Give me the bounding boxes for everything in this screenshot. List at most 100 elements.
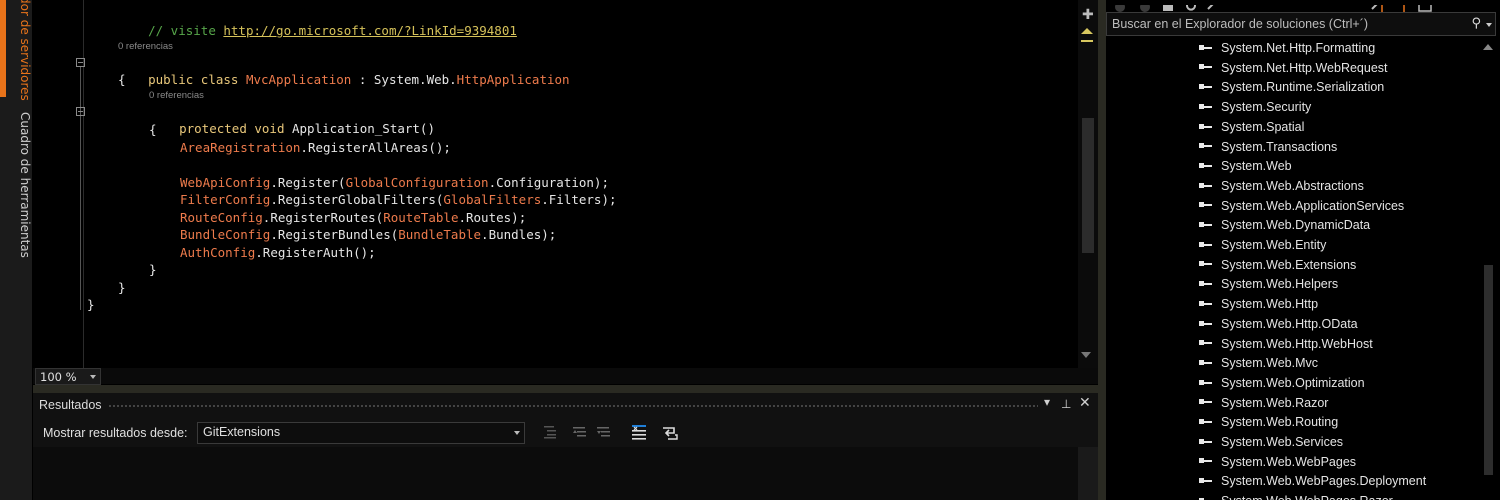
reference-label: System.Runtime.Serialization [1221, 80, 1385, 95]
code-line-statement: AreaRegistration.RegisterAllAreas(); [180, 139, 451, 156]
code-editor[interactable]: // visite http://go.microsoft.com/?LinkI… [33, 0, 1098, 368]
codelens-class-references[interactable]: 0 referencias [118, 41, 173, 52]
reference-item[interactable]: System.Web.Http.OData [1199, 317, 1358, 336]
assembly-reference-icon [1199, 300, 1213, 308]
reference-label: System.Net.Http.Formatting [1221, 41, 1376, 55]
reference-item[interactable]: System.Web.Optimization [1199, 376, 1365, 395]
zoom-select[interactable]: 100 % [35, 368, 101, 385]
reference-item[interactable]: System.Web.Mvc [1199, 356, 1318, 375]
type-name: WebApiConfig [180, 175, 271, 190]
pin-icon[interactable]: ⊥ [1061, 397, 1071, 411]
reference-label: System.Web.Routing [1221, 415, 1339, 430]
window-splitter[interactable] [1098, 0, 1106, 500]
show-from-label: Mostrar resultados desde: [43, 426, 188, 440]
collapse-method-toggle[interactable] [76, 107, 85, 116]
output-text-area[interactable] [33, 447, 1078, 500]
reference-item[interactable]: System.Web.WebPages.Deployment [1199, 474, 1426, 493]
word-wrap-icon[interactable] [660, 422, 680, 442]
output-scrollbar[interactable] [1078, 447, 1098, 500]
chevron-down-icon [90, 375, 96, 379]
assembly-reference-icon [1199, 63, 1213, 71]
reference-label: System.Web.Http.OData [1221, 316, 1358, 331]
reference-label: System.Web.Abstractions [1221, 178, 1364, 193]
reference-label: System.Web.WebPages [1221, 454, 1357, 469]
reference-tree[interactable]: System.Net.Http.Formatting System.Net.Htt… [1106, 40, 1478, 500]
type-name: BundleTable [398, 227, 482, 242]
output-source-value: GitExtensions [203, 425, 281, 439]
output-source-select[interactable]: GitExtensions [197, 422, 525, 444]
panel-options-icon[interactable]: ▾ [1044, 395, 1050, 409]
code-line-statement: RouteConfig.RegisterRoutes(RouteTable.Ro… [180, 209, 526, 226]
reference-label: System.Security [1221, 100, 1312, 115]
assembly-reference-icon [1199, 477, 1213, 485]
reference-item[interactable]: System.Web.Http [1199, 297, 1318, 316]
code-line-method-open: { [149, 122, 157, 137]
search-icon[interactable]: ⚲ [1471, 16, 1481, 31]
reference-label: System.Web.Extensions [1221, 257, 1357, 272]
editor-scroll-thumb[interactable] [1082, 118, 1094, 253]
panel-splitter[interactable] [33, 385, 1098, 393]
assembly-reference-icon [1199, 201, 1213, 209]
assembly-reference-icon [1199, 398, 1213, 406]
reference-item[interactable]: System.Web [1199, 159, 1292, 178]
reference-label: System.Web.WebPages.Deployment [1221, 474, 1427, 489]
chevron-down-icon [514, 431, 520, 435]
find-message-icon[interactable] [540, 422, 560, 442]
assembly-reference-icon [1199, 44, 1213, 52]
code-text: .RegisterAuth(); [255, 245, 376, 260]
reference-item[interactable]: System.Web.Http.WebHost [1199, 337, 1373, 356]
reference-label: System.Spatial [1221, 119, 1305, 134]
solution-explorer-scrollbar[interactable] [1478, 40, 1500, 500]
reference-item[interactable]: System.Web.WebPages.Razor [1199, 494, 1393, 500]
reference-item[interactable]: System.Web.Services [1199, 435, 1343, 454]
next-message-icon[interactable] [594, 422, 614, 442]
reference-item[interactable]: System.Web.Helpers [1199, 277, 1338, 296]
assembly-reference-icon [1199, 339, 1213, 347]
type-name: RouteTable [383, 210, 459, 225]
reference-item[interactable]: System.Web.ApplicationServices [1199, 199, 1404, 218]
panel-drag-grip[interactable] [108, 404, 1038, 408]
code-line-method-close: } [149, 262, 157, 277]
assembly-reference-icon [1199, 438, 1213, 446]
reference-item[interactable]: System.Web.Routing [1199, 415, 1338, 434]
code-line-comment: // visite http://go.microsoft.com/?LinkI… [118, 5, 517, 56]
code-line-statement: AuthConfig.RegisterAuth(); [180, 244, 376, 261]
solution-search-input[interactable]: Buscar en el Explorador de soluciones (C… [1106, 12, 1496, 36]
reference-label: System.Web.Services [1221, 435, 1344, 449]
reference-item[interactable]: System.Web.Razor [1199, 396, 1328, 415]
tab-server-explorer[interactable]: dor de servidores [18, 0, 32, 101]
reference-item[interactable]: System.Web.Abstractions [1199, 179, 1364, 198]
keyword: public class [148, 72, 246, 87]
reference-label: System.Web.DynamicData [1221, 218, 1371, 233]
close-icon[interactable]: ✕ [1079, 395, 1091, 411]
tab-toolbox[interactable]: Cuadro de herramientas [18, 112, 32, 258]
codelens-method-references[interactable]: 0 referencias [149, 90, 204, 101]
reference-item[interactable]: System.Web.WebPages [1199, 455, 1356, 474]
solution-scroll-thumb[interactable] [1484, 265, 1493, 475]
reference-item[interactable]: System.Spatial [1199, 120, 1304, 139]
collapse-class-toggle[interactable] [76, 58, 85, 67]
chevron-down-icon[interactable] [1486, 23, 1492, 27]
reference-item[interactable]: System.Security [1199, 100, 1311, 119]
reference-item[interactable]: System.Transactions [1199, 140, 1337, 159]
code-line-statement: FilterConfig.RegisterGlobalFilters(Globa… [180, 191, 617, 208]
reference-item[interactable]: System.Web.DynamicData [1199, 218, 1370, 237]
scroll-up-icon[interactable] [1483, 44, 1493, 50]
reference-item[interactable]: System.Net.Http.WebRequest [1199, 61, 1388, 80]
comment-link[interactable]: http://go.microsoft.com/?LinkId=9394801 [223, 23, 517, 38]
scroll-up-icon[interactable] [1081, 28, 1093, 34]
type-name: AuthConfig [180, 245, 256, 260]
previous-message-icon[interactable] [570, 422, 590, 442]
reference-item[interactable]: System.Net.Http.Formatting [1199, 41, 1375, 60]
scroll-down-icon[interactable] [1081, 352, 1091, 358]
reference-item[interactable]: System.Web.Extensions [1199, 258, 1356, 277]
active-tab-indicator [0, 0, 6, 97]
split-window-icon[interactable]: ✚ [1082, 7, 1094, 23]
reference-item[interactable]: System.Runtime.Serialization [1199, 80, 1384, 99]
code-line-class-open: { [118, 72, 126, 87]
editor-vertical-scrollbar[interactable]: ✚ [1078, 0, 1098, 368]
method-name: Application_Start() [292, 121, 435, 136]
output-toolbar: Mostrar resultados desde: GitExtensions [33, 417, 1098, 447]
reference-item[interactable]: System.Web.Entity [1199, 238, 1326, 257]
clear-all-icon[interactable] [629, 422, 649, 442]
